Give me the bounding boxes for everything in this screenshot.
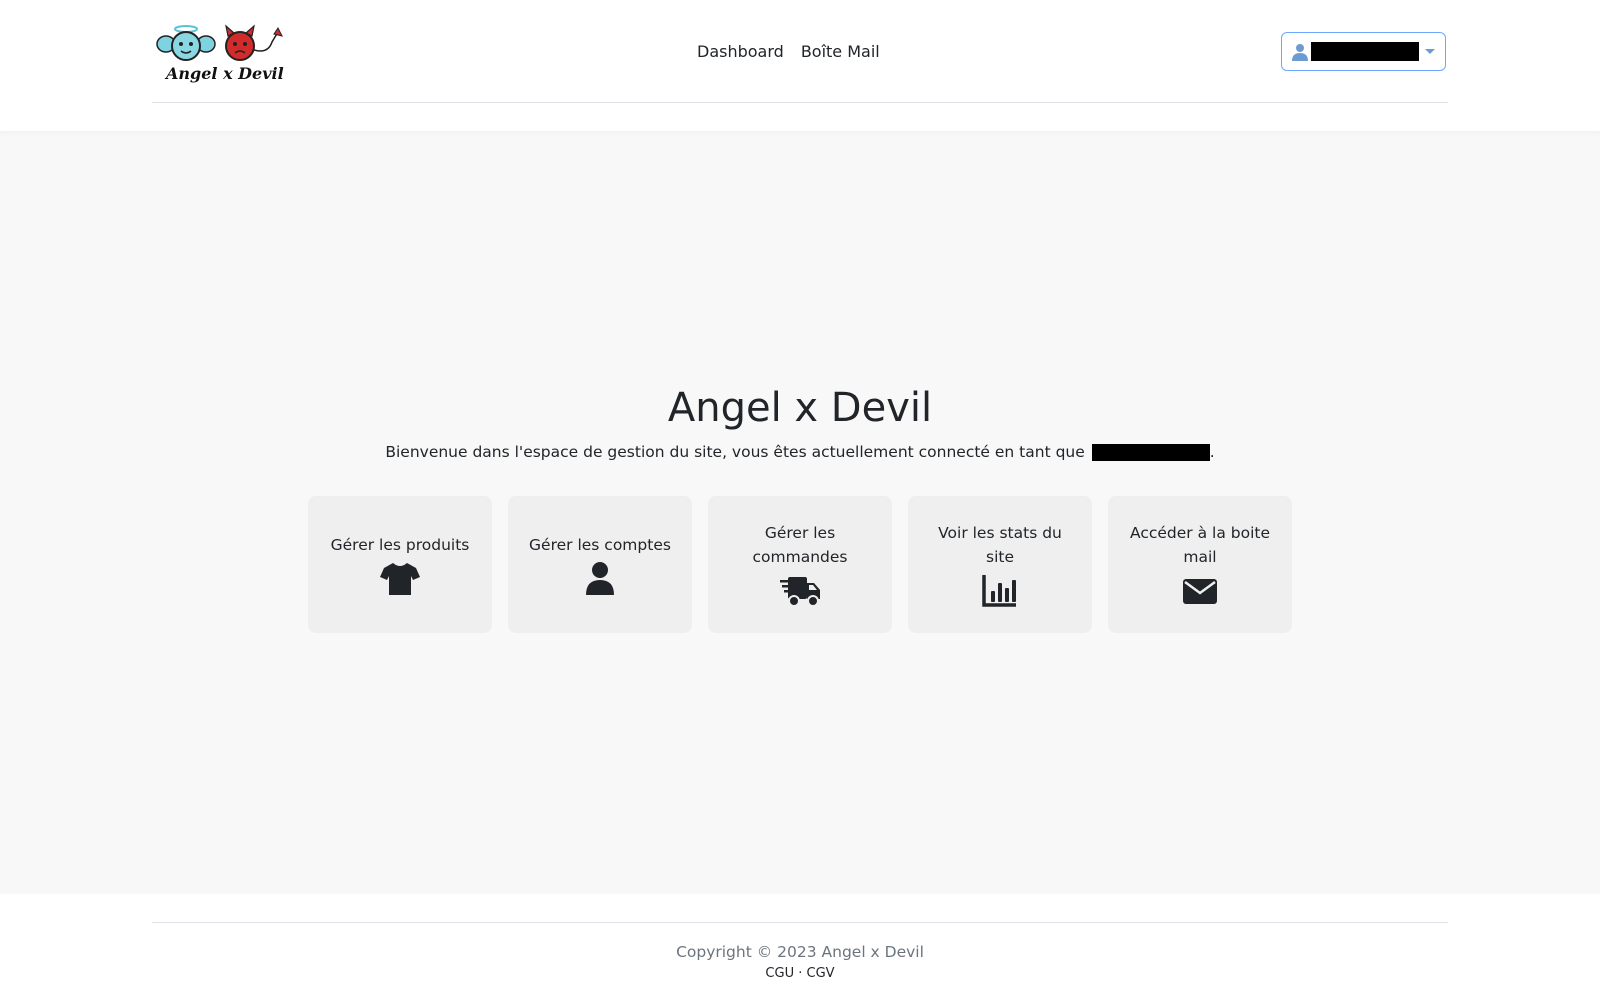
page-title: Angel x Devil (667, 385, 933, 431)
card-manage-accounts[interactable]: Gérer les comptes (508, 496, 692, 633)
user-icon (586, 561, 614, 595)
welcome-suffix: . (1209, 443, 1215, 461)
user-icon (1292, 43, 1308, 61)
card-view-stats[interactable]: Voir les stats du site (908, 496, 1092, 633)
card-label: Gérer les commandes (752, 523, 848, 566)
tshirt-icon (380, 562, 420, 595)
card-label: Voir les stats du site (938, 523, 1062, 566)
cgv-link[interactable]: CGV (807, 966, 835, 981)
user-menu-button[interactable] (1281, 32, 1446, 71)
main-nav: Dashboard Boîte Mail (697, 42, 880, 61)
welcome-message: Bienvenue dans l'espace de gestion du si… (0, 443, 1600, 461)
action-cards: Gérer les produits Gérer les comptes Gér… (308, 496, 1292, 633)
chevron-down-icon (1425, 49, 1435, 54)
redacted-username (1311, 42, 1419, 61)
header: Angel x Devil Dashboard Boîte Mail (0, 0, 1600, 131)
brand-logo-text: Angel x Devil (166, 64, 284, 83)
truck-icon (780, 576, 820, 607)
nav-dashboard[interactable]: Dashboard (697, 42, 784, 61)
footer: Copyright © 2023 Angel x Devil CGU · CGV (0, 894, 1600, 1000)
welcome-text: Bienvenue dans l'espace de gestion du si… (385, 443, 1085, 461)
card-label: Gérer les comptes (529, 535, 671, 554)
legal-links: CGU · CGV (0, 966, 1600, 981)
footer-divider (152, 922, 1448, 923)
angel-devil-icon (156, 24, 283, 61)
link-separator: · (798, 966, 803, 981)
card-manage-products[interactable]: Gérer les produits (308, 496, 492, 633)
card-label: Gérer les produits (330, 535, 470, 554)
cgu-link[interactable]: CGU (765, 966, 794, 981)
card-access-mailbox[interactable]: Accéder à la boite mail (1108, 496, 1292, 633)
main-content: Angel x Devil Bienvenue dans l'espace de… (0, 131, 1600, 894)
chart-icon (982, 574, 1016, 607)
card-label: Accéder à la boite mail (1130, 523, 1270, 566)
redacted-username (1091, 444, 1210, 461)
envelope-icon (1183, 578, 1217, 604)
nav-mailbox[interactable]: Boîte Mail (801, 42, 880, 61)
brand-logo[interactable]: Angel x Devil (156, 24, 288, 86)
copyright-text: Copyright © 2023 Angel x Devil (676, 943, 924, 961)
header-container: Angel x Devil Dashboard Boîte Mail (152, 0, 1448, 103)
card-manage-orders[interactable]: Gérer les commandes (708, 496, 892, 633)
